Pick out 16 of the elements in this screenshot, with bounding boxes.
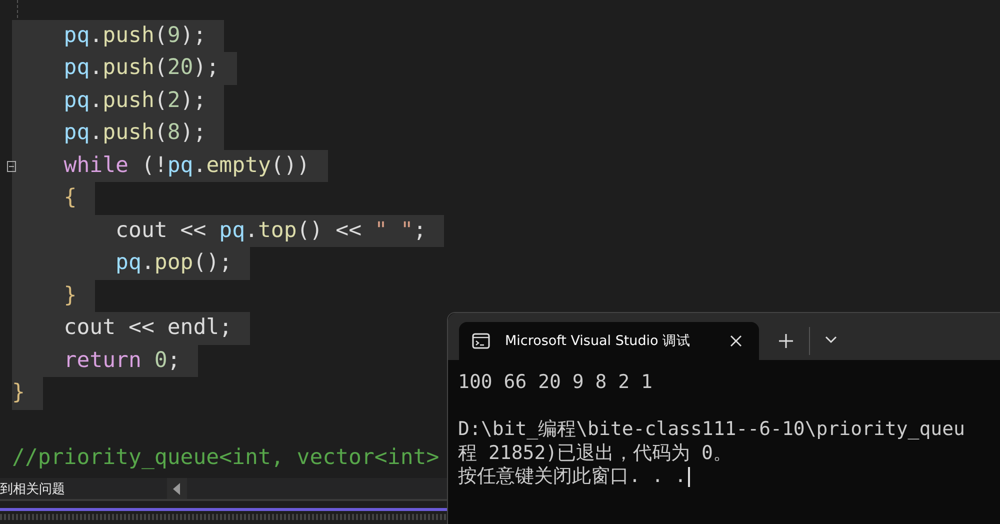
console-output: 程 21852)已退出，代码为 0。 xyxy=(458,442,732,465)
console-output: 100 66 20 9 8 2 1 xyxy=(458,371,652,394)
console-output: D:\bit_编程\bite-class111--6-10\priority_queu xyxy=(458,418,965,442)
scroll-left-button[interactable] xyxy=(167,478,187,499)
code-comment: //priority_queue<int, vector<int> xyxy=(12,444,440,472)
text-cursor xyxy=(688,466,690,487)
terminal-tab[interactable]: Microsoft Visual Studio 调试 xyxy=(459,322,759,360)
close-icon[interactable] xyxy=(730,335,742,347)
dropdown-icon[interactable] xyxy=(825,336,837,344)
console-output: 按任意键关闭此窗口. . . xyxy=(458,465,686,488)
new-tab-icon[interactable] xyxy=(779,334,793,348)
left-arrow-icon xyxy=(173,482,181,494)
collapse-icon[interactable] xyxy=(7,160,16,172)
tab-title: Microsoft Visual Studio 调试 xyxy=(505,332,692,350)
status-message: 到相关问题 xyxy=(0,480,65,498)
console-icon xyxy=(472,333,490,349)
